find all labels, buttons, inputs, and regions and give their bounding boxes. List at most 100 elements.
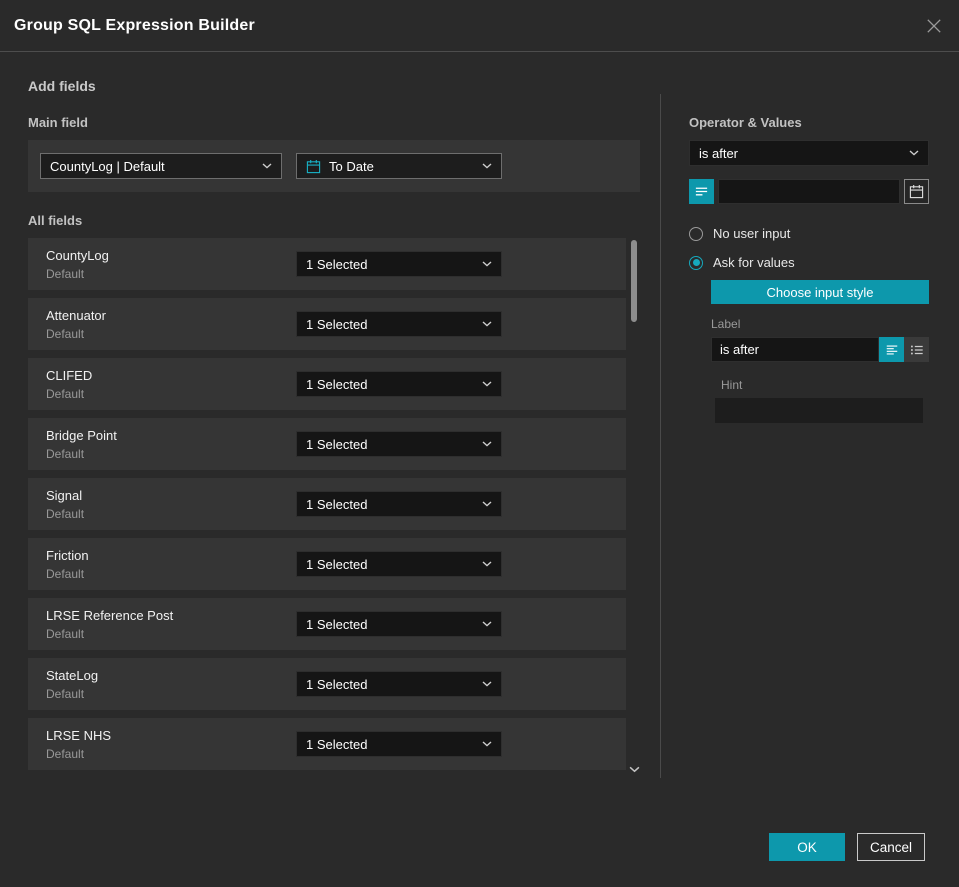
field-values-dropdown-value: 1 Selected (306, 496, 368, 512)
add-fields-heading: Add fields (28, 78, 96, 94)
field-name: LRSE Reference Post (46, 607, 174, 623)
operator-select[interactable]: is after (689, 140, 929, 166)
choose-input-style-button[interactable]: Choose input style (711, 280, 929, 304)
field-values-dropdown[interactable]: 1 Selected (296, 251, 502, 277)
field-meta: Signal Default (46, 488, 296, 521)
field-subtitle: Default (46, 686, 85, 701)
hint-input[interactable] (715, 398, 923, 423)
scroll-down-icon[interactable] (629, 766, 640, 773)
main-field-label: Main field (28, 115, 88, 130)
field-meta: LRSE NHS Default (46, 728, 296, 761)
field-row: CLIFED Default 1 Selected (28, 358, 626, 410)
main-field-select[interactable]: CountyLog | Default (40, 153, 282, 179)
field-values-dropdown-value: 1 Selected (306, 736, 368, 752)
date-field-select[interactable]: To Date (296, 153, 502, 179)
radio-icon (689, 226, 703, 241)
ok-button[interactable]: OK (769, 833, 845, 861)
operator-values-heading: Operator & Values (689, 115, 802, 130)
radio-label: No user input (713, 226, 791, 241)
group-sql-expression-builder-dialog: Group SQL Expression Builder Add fields … (0, 0, 959, 887)
date-picker-button[interactable] (904, 179, 929, 204)
main-field-select-value: CountyLog | Default (50, 158, 165, 174)
field-values-dropdown[interactable]: 1 Selected (296, 731, 502, 757)
field-subtitle: Default (46, 626, 85, 641)
field-values-dropdown-value: 1 Selected (306, 676, 368, 692)
field-values-dropdown-value: 1 Selected (306, 556, 368, 572)
field-row: Bridge Point Default 1 Selected (28, 418, 626, 470)
chevron-down-icon (482, 163, 492, 169)
calendar-icon (909, 184, 924, 199)
field-row: LRSE NHS Default 1 Selected (28, 718, 626, 770)
field-meta: Friction Default (46, 548, 296, 581)
field-values-dropdown[interactable]: 1 Selected (296, 671, 502, 697)
chevron-down-icon (909, 150, 919, 156)
hint-field-label: Hint (721, 378, 743, 392)
field-row: Attenuator Default 1 Selected (28, 298, 626, 350)
field-subtitle: Default (46, 386, 85, 401)
chevron-down-icon (262, 163, 272, 169)
chevron-down-icon (482, 381, 492, 387)
chevron-down-icon (482, 441, 492, 447)
all-fields-label: All fields (28, 213, 83, 228)
field-subtitle: Default (46, 326, 85, 341)
field-row: LRSE Reference Post Default 1 Selected (28, 598, 626, 650)
field-meta: StateLog Default (46, 668, 296, 701)
radio-label: Ask for values (713, 255, 795, 270)
calendar-icon (306, 159, 321, 174)
date-field-select-value: To Date (329, 158, 374, 174)
field-values-dropdown[interactable]: 1 Selected (296, 491, 502, 517)
field-meta: Bridge Point Default (46, 428, 296, 461)
dialog-body: Add fields Main field CountyLog | Defaul… (0, 52, 959, 833)
field-row: Signal Default 1 Selected (28, 478, 626, 530)
label-input[interactable] (711, 337, 879, 362)
text-lines-icon (695, 187, 708, 196)
chevron-down-icon (482, 621, 492, 627)
main-field-panel: CountyLog | Default To Date (28, 140, 640, 192)
scrollbar-thumb[interactable] (631, 240, 637, 322)
field-values-dropdown[interactable]: 1 Selected (296, 371, 502, 397)
field-name: CountyLog (46, 247, 109, 263)
field-subtitle: Default (46, 266, 85, 281)
field-values-dropdown-value: 1 Selected (306, 376, 368, 392)
dialog-footer: OK Cancel (0, 833, 959, 887)
field-subtitle: Default (46, 446, 85, 461)
label-input-row (711, 337, 929, 362)
list-icon (910, 345, 923, 354)
field-name: Friction (46, 547, 89, 563)
field-name: Signal (46, 487, 83, 503)
field-values-dropdown-value: 1 Selected (306, 616, 368, 632)
cancel-button[interactable]: Cancel (857, 833, 925, 861)
field-meta: CLIFED Default (46, 368, 296, 401)
value-input[interactable] (718, 179, 900, 204)
field-values-dropdown[interactable]: 1 Selected (296, 551, 502, 577)
radio-ask-for-values[interactable]: Ask for values (689, 255, 929, 270)
value-input-row (689, 179, 929, 204)
field-meta: CountyLog Default (46, 248, 296, 281)
chevron-down-icon (482, 321, 492, 327)
radio-no-user-input[interactable]: No user input (689, 226, 929, 241)
field-meta: LRSE Reference Post Default (46, 608, 296, 641)
chevron-down-icon (482, 561, 492, 567)
field-subtitle: Default (46, 746, 85, 761)
dialog-title: Group SQL Expression Builder (14, 16, 255, 34)
field-values-dropdown-value: 1 Selected (306, 436, 368, 452)
all-fields-list: CountyLog Default 1 Selected Attenuator … (28, 238, 640, 773)
columns: Main field CountyLog | Default To Date A… (28, 94, 930, 778)
field-values-dropdown-value: 1 Selected (306, 256, 368, 272)
input-style-button[interactable] (689, 179, 714, 204)
label-field-label: Label (711, 317, 741, 331)
field-values-dropdown[interactable]: 1 Selected (296, 311, 502, 337)
radio-checked-icon (689, 255, 703, 270)
chevron-down-icon (482, 741, 492, 747)
close-button[interactable] (925, 17, 943, 35)
dialog-titlebar: Group SQL Expression Builder (0, 0, 959, 52)
field-name: CLIFED (46, 367, 93, 383)
field-values-dropdown[interactable]: 1 Selected (296, 611, 502, 637)
field-row: Friction Default 1 Selected (28, 538, 626, 590)
single-line-style-button[interactable] (879, 337, 904, 362)
field-subtitle: Default (46, 566, 85, 581)
field-meta: Attenuator Default (46, 308, 296, 341)
field-values-dropdown[interactable]: 1 Selected (296, 431, 502, 457)
field-name: Attenuator (46, 307, 106, 323)
list-style-button[interactable] (904, 337, 929, 362)
